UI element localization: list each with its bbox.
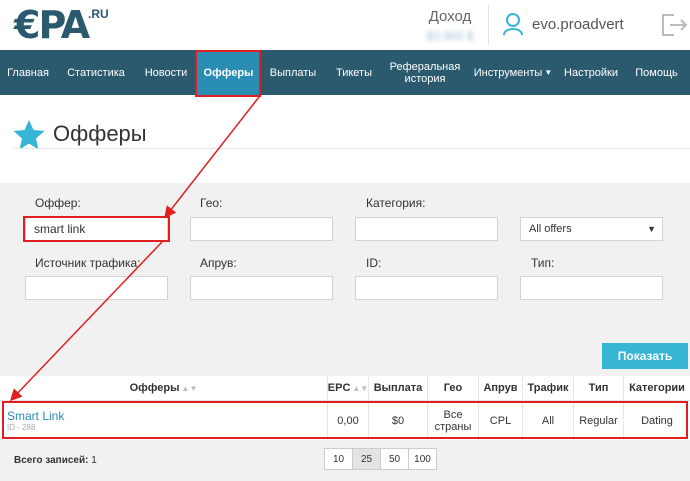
nav-item-help[interactable]: Помощь xyxy=(623,50,690,95)
header: €PA .RU Доход $3,900 $ evo.proadvert xyxy=(0,0,690,50)
category-filter-input[interactable] xyxy=(355,217,498,241)
annotation-box-row xyxy=(2,401,688,439)
filter-panel: Оффер: smart link Гео: Категория: All of… xyxy=(0,183,690,328)
select-arrow-icon: ▼ xyxy=(647,224,656,234)
offer-type-select-value: All offers xyxy=(529,223,572,235)
logout-button[interactable] xyxy=(660,12,688,43)
page-size-50[interactable]: 50 xyxy=(380,448,409,470)
id-filter-input[interactable] xyxy=(355,276,498,300)
income-block: Доход $3,900 $ xyxy=(420,8,480,43)
nav-item-tools-label: Инструменты xyxy=(473,66,543,79)
nav-item-payouts[interactable]: Выплаты xyxy=(261,50,325,95)
user-menu[interactable]: evo.proadvert xyxy=(502,12,624,36)
geo-filter-label: Гео: xyxy=(200,196,223,210)
annotation-box-nav xyxy=(195,50,261,97)
annotation-box-filter xyxy=(23,216,170,242)
column-payout: Выплата xyxy=(368,376,427,400)
logo-suffix: .RU xyxy=(88,7,109,21)
nav-item-tickets[interactable]: Тикеты xyxy=(325,50,383,95)
total-records-value: 1 xyxy=(91,455,97,466)
column-geo: Гео xyxy=(427,376,478,400)
column-type: Тип xyxy=(573,376,623,400)
title-divider xyxy=(14,148,690,149)
type-filter-label: Тип: xyxy=(531,256,555,270)
logo-text: €PA xyxy=(14,3,90,47)
chevron-down-icon: ▼ xyxy=(544,67,553,77)
id-filter-label: ID: xyxy=(366,256,382,270)
nav-item-home[interactable]: Главная xyxy=(0,50,56,95)
nav-item-referral[interactable]: Реферальная история xyxy=(383,50,467,95)
column-approve: Апрув xyxy=(478,376,522,400)
nav-item-news[interactable]: Новости xyxy=(136,50,196,95)
table-header: Офферы ▲▼ EPC ▲▼ Выплата Гео Апрув Трафи… xyxy=(0,376,690,400)
income-label: Доход xyxy=(428,8,472,25)
column-epc-label: EPC xyxy=(327,382,351,394)
sort-icon: ▲▼ xyxy=(352,383,369,393)
logout-icon xyxy=(662,14,688,36)
username: evo.proadvert xyxy=(532,15,624,33)
offer-type-select[interactable]: All offers ▼ xyxy=(520,217,663,241)
show-button[interactable]: Показать xyxy=(602,343,688,369)
main-nav: Главная Статистика Новости Офферы Выплат… xyxy=(0,50,690,95)
approve-filter-label: Апрув: xyxy=(200,256,237,270)
column-traffic: Трафик xyxy=(522,376,573,400)
sort-icon: ▲▼ xyxy=(181,383,198,393)
user-icon xyxy=(503,13,523,36)
header-divider xyxy=(488,5,489,45)
page-title: Офферы xyxy=(53,121,147,146)
geo-filter-input[interactable] xyxy=(190,217,333,241)
type-filter-input[interactable] xyxy=(520,276,663,300)
traffic-filter-input[interactable] xyxy=(25,276,168,300)
approve-filter-input[interactable] xyxy=(190,276,333,300)
offer-filter-label: Оффер: xyxy=(35,196,81,210)
page-header: Офферы xyxy=(0,95,690,183)
star-icon xyxy=(13,120,45,150)
page-size-25[interactable]: 25 xyxy=(352,448,381,470)
column-offers[interactable]: Офферы ▲▼ xyxy=(0,376,327,400)
page-size-100[interactable]: 100 xyxy=(408,448,437,470)
nav-item-tools[interactable]: Инструменты ▼ xyxy=(467,50,559,95)
column-offers-label: Офферы xyxy=(129,382,180,394)
logo[interactable]: €PA .RU xyxy=(14,3,109,47)
total-records-label: Всего записей: xyxy=(14,455,89,466)
page-size-10[interactable]: 10 xyxy=(324,448,353,470)
total-records: Всего записей: 1 xyxy=(14,455,97,466)
page-size-selector: 10 25 50 100 xyxy=(324,448,437,470)
column-categories: Категории xyxy=(623,376,690,400)
income-value: $3,900 $ xyxy=(426,29,474,43)
nav-item-statistics[interactable]: Статистика xyxy=(56,50,136,95)
traffic-filter-label: Источник трафика: xyxy=(35,256,141,270)
column-epc[interactable]: EPC ▲▼ xyxy=(327,376,368,400)
nav-item-settings[interactable]: Настройки xyxy=(559,50,623,95)
category-filter-label: Категория: xyxy=(366,196,426,210)
